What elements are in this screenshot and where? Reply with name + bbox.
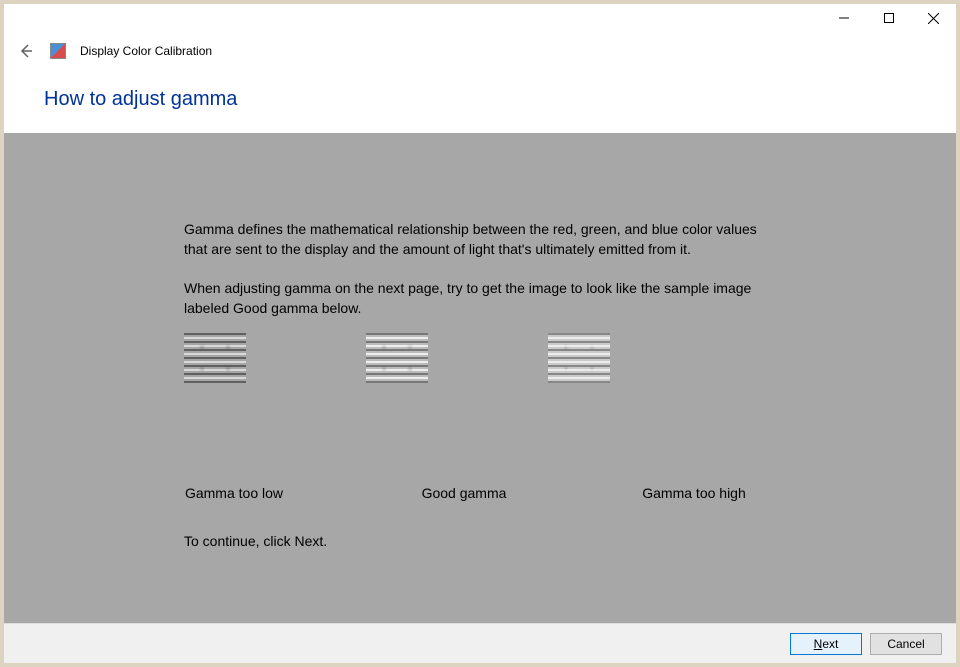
paragraph-instruction: When adjusting gamma on the next page, t… bbox=[184, 278, 764, 319]
next-button[interactable]: Next bbox=[790, 633, 862, 655]
continue-text: To continue, click Next. bbox=[184, 533, 327, 549]
maximize-button[interactable] bbox=[866, 4, 911, 32]
header-bar: Display Color Calibration bbox=[4, 36, 956, 66]
gamma-high-swatch bbox=[548, 333, 610, 383]
sample-gamma-good bbox=[366, 333, 428, 383]
calibration-wizard-window: Display Color Calibration How to adjust … bbox=[4, 4, 956, 663]
gamma-good-swatch bbox=[366, 333, 428, 383]
wizard-footer: Next Cancel bbox=[4, 623, 956, 663]
cancel-button-label: Cancel bbox=[887, 637, 924, 651]
content-area: Gamma defines the mathematical relations… bbox=[4, 133, 956, 623]
gamma-samples-row bbox=[184, 333, 764, 383]
cancel-button[interactable]: Cancel bbox=[870, 633, 942, 655]
next-button-label: Next bbox=[814, 637, 839, 651]
app-title: Display Color Calibration bbox=[80, 44, 212, 58]
page-heading: How to adjust gamma bbox=[4, 66, 956, 133]
body-text: Gamma defines the mathematical relations… bbox=[184, 219, 764, 336]
label-gamma-good: Good gamma bbox=[394, 485, 534, 501]
desktop-background: Display Color Calibration How to adjust … bbox=[0, 0, 960, 667]
minimize-button[interactable] bbox=[821, 4, 866, 32]
label-gamma-high: Gamma too high bbox=[624, 485, 764, 501]
label-gamma-low: Gamma too low bbox=[164, 485, 304, 501]
gamma-sample-labels: Gamma too low Good gamma Gamma too high bbox=[164, 485, 764, 501]
sample-gamma-high bbox=[548, 333, 610, 383]
sample-gamma-low bbox=[184, 333, 246, 383]
window-titlebar bbox=[4, 4, 956, 36]
close-button[interactable] bbox=[911, 4, 956, 32]
app-icon bbox=[50, 43, 66, 59]
gamma-low-swatch bbox=[184, 333, 246, 383]
paragraph-gamma-definition: Gamma defines the mathematical relations… bbox=[184, 219, 764, 260]
back-arrow-icon[interactable] bbox=[16, 41, 36, 61]
